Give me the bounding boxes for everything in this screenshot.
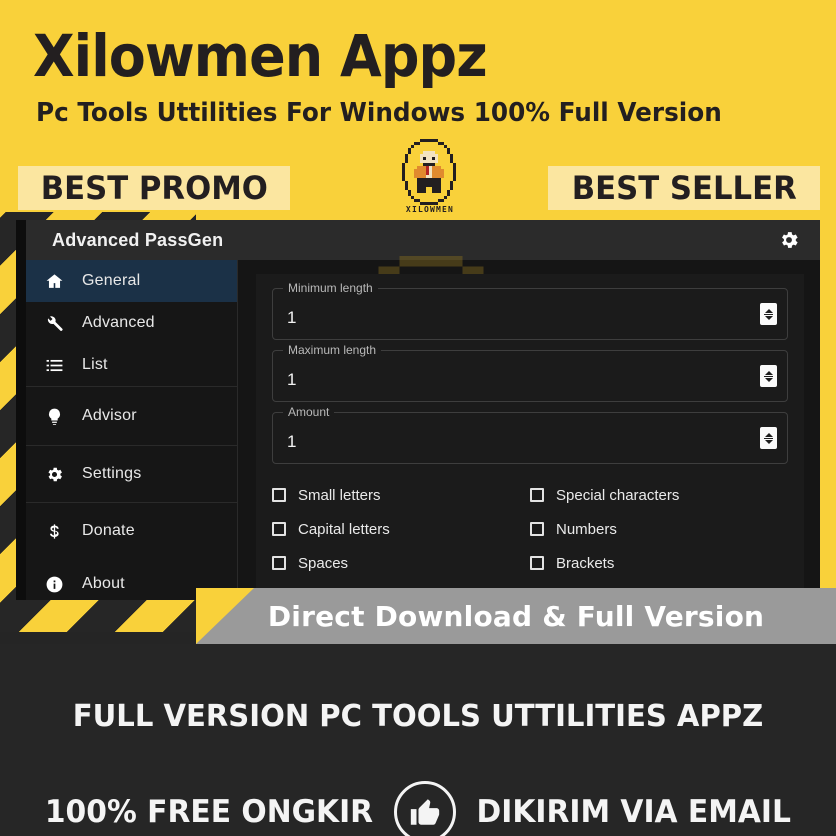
sidebar-group-settings: Settings bbox=[26, 446, 237, 503]
minimum-length-stepper[interactable] bbox=[760, 303, 777, 325]
checkbox-label: Small letters bbox=[298, 486, 381, 504]
checkbox-label: Spaces bbox=[298, 554, 349, 572]
footer-tagline: FULL VERSION PC TOOLS UTTILITIES APPZ bbox=[72, 699, 764, 734]
sidebar-item-advisor[interactable]: Advisor bbox=[26, 387, 237, 445]
checkbox-label: Special characters bbox=[556, 486, 680, 504]
minimum-length-field[interactable]: Minimum length 1 bbox=[272, 281, 788, 340]
checkbox-capital-letters[interactable]: Capital letters bbox=[272, 512, 530, 546]
amount-value: 1 bbox=[287, 432, 297, 451]
sidebar-item-general[interactable]: General bbox=[26, 260, 237, 302]
checkbox-icon[interactable] bbox=[530, 522, 544, 536]
maximum-length-value: 1 bbox=[287, 370, 297, 389]
checkbox-icon[interactable] bbox=[272, 522, 286, 536]
footer: FULL VERSION PC TOOLS UTTILITIES APPZ 10… bbox=[0, 644, 836, 836]
badge-best-seller: BEST SELLER bbox=[548, 166, 820, 210]
banner-corner-accent bbox=[196, 588, 254, 644]
sidebar-item-list[interactable]: List bbox=[26, 344, 237, 386]
stepper-divider bbox=[764, 313, 773, 315]
stepper-down-icon[interactable] bbox=[764, 377, 773, 382]
character-options-column-left: Small letters Capital letters Spaces bbox=[272, 478, 530, 580]
sidebar-item-label: Settings bbox=[82, 465, 142, 482]
sidebar-group-advisor: Advisor bbox=[26, 387, 237, 446]
stepper-divider bbox=[764, 437, 773, 439]
sidebar-item-donate[interactable]: Donate bbox=[26, 503, 237, 559]
app-body: General Advanced List Advisor Settings D… bbox=[26, 256, 820, 600]
brand-title: Xilowmen Appz bbox=[33, 22, 488, 90]
stepper-up-icon[interactable] bbox=[764, 370, 773, 375]
direct-download-banner: Direct Download & Full Version bbox=[196, 588, 836, 644]
amount-label: Amount bbox=[283, 405, 335, 419]
footer-delivery-label: DIKIRIM VIA EMAIL bbox=[476, 794, 792, 830]
promo-header: Xilowmen Appz Pc Tools Uttilities For Wi… bbox=[0, 0, 836, 222]
minimum-length-value: 1 bbox=[287, 308, 297, 327]
app-window: Advanced PassGen General Advanced List A… bbox=[16, 220, 820, 600]
amount-stepper[interactable] bbox=[760, 427, 777, 449]
brand-subtitle: Pc Tools Uttilities For Windows 100% Ful… bbox=[36, 98, 722, 128]
footer-free-shipping-label: 100% FREE ONGKIR bbox=[45, 794, 374, 830]
direct-download-label: Direct Download & Full Version bbox=[267, 599, 765, 633]
sidebar-item-label: General bbox=[82, 272, 141, 289]
sidebar-group-main: General Advanced List bbox=[26, 260, 237, 387]
stepper-up-icon[interactable] bbox=[764, 308, 773, 313]
sidebar-group-misc: Donate About bbox=[26, 503, 237, 600]
sidebar-item-label: Advisor bbox=[82, 407, 137, 424]
dollar-icon bbox=[26, 522, 82, 541]
badge-left-label: BEST PROMO bbox=[40, 169, 268, 207]
lightbulb-icon bbox=[26, 407, 82, 426]
content-area: XILOWMEN Minimum length 1 Maximum length bbox=[238, 256, 820, 600]
sidebar-item-label: Advanced bbox=[82, 314, 155, 331]
checkbox-icon[interactable] bbox=[272, 488, 286, 502]
maximum-length-stepper[interactable] bbox=[760, 365, 777, 387]
sidebar-item-advanced[interactable]: Advanced bbox=[26, 302, 237, 344]
thumbs-up-icon bbox=[394, 781, 457, 836]
gear-icon bbox=[26, 465, 82, 484]
list-icon bbox=[26, 356, 82, 375]
maximum-length-field[interactable]: Maximum length 1 bbox=[272, 343, 788, 402]
app-titlebar: Advanced PassGen bbox=[26, 220, 820, 260]
sidebar-item-label: Donate bbox=[82, 522, 135, 539]
sidebar-item-settings[interactable]: Settings bbox=[26, 446, 237, 502]
checkbox-brackets[interactable]: Brackets bbox=[530, 546, 788, 580]
maximum-length-label: Maximum length bbox=[283, 343, 382, 357]
checkbox-spaces[interactable]: Spaces bbox=[272, 546, 530, 580]
info-icon bbox=[26, 575, 82, 594]
badge-right-label: BEST SELLER bbox=[571, 169, 797, 207]
checkbox-icon[interactable] bbox=[530, 488, 544, 502]
sidebar-item-label: About bbox=[82, 575, 125, 592]
badge-best-promo: BEST PROMO bbox=[18, 166, 290, 210]
xilowmen-pixel-mascot-icon bbox=[402, 139, 456, 205]
checkbox-label: Numbers bbox=[556, 520, 617, 538]
promo-poster: Xilowmen Appz Pc Tools Uttilities For Wi… bbox=[0, 0, 836, 836]
home-icon bbox=[26, 272, 82, 291]
stepper-divider bbox=[764, 375, 773, 377]
wrench-icon bbox=[26, 314, 82, 333]
footer-shipping-row: 100% FREE ONGKIR DIKIRIM VIA EMAIL bbox=[0, 781, 836, 836]
checkbox-label: Brackets bbox=[556, 554, 615, 572]
stepper-down-icon[interactable] bbox=[764, 439, 773, 444]
sidebar-item-label: List bbox=[82, 356, 108, 373]
checkbox-numbers[interactable]: Numbers bbox=[530, 512, 788, 546]
stepper-down-icon[interactable] bbox=[764, 315, 773, 320]
checkbox-special-characters[interactable]: Special characters bbox=[530, 478, 788, 512]
minimum-length-label: Minimum length bbox=[283, 281, 378, 295]
checkbox-icon[interactable] bbox=[530, 556, 544, 570]
general-settings-panel: Minimum length 1 Maximum length 1 Amount… bbox=[256, 274, 804, 596]
character-options-column-right: Special characters Numbers Brackets bbox=[530, 478, 788, 580]
amount-field[interactable]: Amount 1 bbox=[272, 405, 788, 464]
checkbox-small-letters[interactable]: Small letters bbox=[272, 478, 530, 512]
checkbox-icon[interactable] bbox=[272, 556, 286, 570]
sidebar: General Advanced List Advisor Settings D… bbox=[26, 260, 238, 600]
character-options: Small letters Capital letters Spaces Spe… bbox=[272, 478, 788, 580]
app-window-title: Advanced PassGen bbox=[52, 229, 224, 250]
stepper-up-icon[interactable] bbox=[764, 432, 773, 437]
checkbox-label: Capital letters bbox=[298, 520, 390, 538]
gear-icon[interactable] bbox=[776, 227, 802, 253]
brand-logo: XILOWMEN bbox=[388, 139, 472, 222]
